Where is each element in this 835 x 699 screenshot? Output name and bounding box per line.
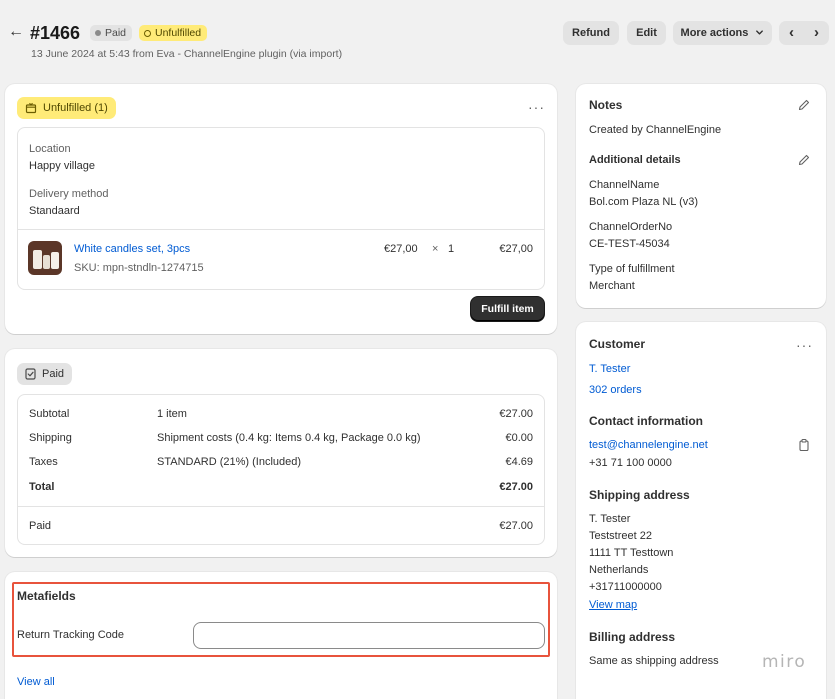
product-sku: SKU: mpn-stndln-1274715: [74, 262, 204, 274]
paid-status-label: Paid: [42, 368, 65, 380]
status-dot-icon: [95, 30, 101, 36]
taxes-amount: €4.69: [505, 456, 533, 468]
paid-badge: Paid: [90, 25, 133, 41]
total-amount: €27.00: [499, 481, 533, 493]
product-quantity: 1: [448, 243, 455, 255]
metafields-title: Metafields: [17, 589, 76, 603]
customer-title: Customer: [589, 337, 646, 351]
more-actions-button[interactable]: More actions: [673, 21, 772, 45]
detail-label: ChannelOrderNo: [589, 221, 673, 233]
unfulfilled-badge-label: Unfulfilled: [155, 27, 202, 39]
back-arrow-icon[interactable]: ←: [8, 22, 24, 42]
additional-details-title: Additional details: [589, 154, 681, 166]
taxes-label: Taxes: [29, 456, 58, 468]
view-map-link[interactable]: View map: [589, 599, 637, 611]
detail-value: Bol.com Plaza NL (v3): [589, 196, 699, 208]
unfulfilled-badge: Unfulfilled: [139, 25, 208, 41]
metafields-card: Metafields Return Tracking Code View all: [5, 572, 557, 699]
customer-card: Customer ··· T. Tester 302 orders Contac…: [576, 322, 826, 699]
paid-label: Paid: [29, 520, 52, 532]
fulfillment-details: Location Happy village Delivery method S…: [17, 127, 545, 290]
refund-button[interactable]: Refund: [563, 21, 619, 45]
copy-clipboard-icon[interactable]: [797, 438, 811, 452]
delivery-method-value: Standaard: [29, 205, 80, 217]
taxes-desc: STANDARD (21%) (Included): [157, 456, 302, 468]
edit-details-pencil-icon[interactable]: [797, 153, 811, 167]
chevron-down-icon: [756, 30, 764, 35]
shipping-address-line: T. Tester: [589, 513, 631, 525]
return-tracking-input[interactable]: [193, 622, 545, 649]
detail-value: CE-TEST-45034: [589, 238, 670, 250]
more-actions-label: More actions: [680, 27, 749, 39]
customer-email-link[interactable]: test@channelengine.net: [589, 439, 708, 451]
unfulfilled-status-label: Unfulfilled (1): [43, 102, 108, 114]
paid-badge-label: Paid: [105, 27, 127, 39]
customer-more-icon[interactable]: ···: [796, 338, 813, 352]
shipping-label: Shipping: [29, 432, 72, 444]
quantity-multiplier: ×: [432, 243, 439, 255]
shipping-address-line: 1111 TT Testtown: [589, 547, 674, 559]
product-name-link[interactable]: White candles set, 3pcs: [74, 243, 190, 255]
status-ring-icon: [144, 29, 151, 37]
billing-address-text: Same as shipping address: [589, 655, 719, 667]
shipping-address-line: Netherlands: [589, 564, 649, 576]
view-all-link[interactable]: View all: [17, 676, 55, 688]
detail-label: ChannelName: [589, 179, 660, 191]
product-unit-price: €27,00: [384, 243, 418, 255]
edit-button[interactable]: Edit: [627, 21, 666, 45]
notes-title: Notes: [589, 98, 623, 112]
shipping-amount: €0.00: [505, 432, 533, 444]
customer-phone: +31 71 100 0000: [589, 457, 672, 469]
delivery-method-label: Delivery method: [29, 188, 109, 200]
notes-card: Notes Created by ChannelEngine Additiona…: [576, 84, 826, 308]
next-order-button[interactable]: ›: [814, 21, 819, 45]
shipping-desc: Shipment costs (0.4 kg: Items 0.4 kg, Pa…: [157, 432, 421, 444]
paid-status-pill: Paid: [17, 363, 73, 385]
miro-watermark: miro: [762, 652, 807, 672]
return-tracking-label: Return Tracking Code: [17, 629, 124, 641]
package-icon: [25, 102, 37, 114]
fulfill-item-button[interactable]: Fulfill item: [471, 297, 544, 321]
shipping-address-title: Shipping address: [589, 488, 690, 502]
order-subtitle: 13 June 2024 at 5:43 from Eva - ChannelE…: [31, 48, 343, 60]
product-line-total: €27,00: [499, 243, 533, 255]
payment-summary: Subtotal 1 item €27.00 Shipping Shipment…: [17, 394, 545, 545]
contact-info-title: Contact information: [589, 414, 703, 428]
unfulfilled-status-pill: Unfulfilled (1): [17, 97, 116, 119]
divider: [18, 229, 544, 230]
order-navigation: ‹ ›: [779, 21, 829, 45]
location-value: Happy village: [29, 160, 96, 172]
notes-text: Created by ChannelEngine: [589, 124, 722, 136]
previous-order-button[interactable]: ‹: [789, 21, 794, 45]
shipping-address-line: +31711000000: [589, 581, 662, 593]
customer-orders-link[interactable]: 302 orders: [589, 384, 642, 396]
product-thumbnail[interactable]: [28, 241, 62, 275]
paid-amount: €27.00: [499, 520, 533, 532]
billing-address-title: Billing address: [589, 630, 676, 644]
divider: [18, 506, 544, 507]
fulfillment-more-icon[interactable]: ···: [528, 100, 545, 114]
shipping-address-line: Teststreet 22: [589, 530, 652, 542]
total-label: Total: [29, 481, 55, 493]
fulfillment-card: Unfulfilled (1) ··· Location Happy villa…: [5, 84, 557, 334]
order-title: #1466: [30, 23, 81, 43]
subtotal-desc: 1 item: [157, 408, 187, 420]
customer-name-link[interactable]: T. Tester: [589, 363, 630, 375]
order-header: ← #1466 Paid Unfulfilled 13 June 2024 at…: [0, 0, 835, 70]
subtotal-label: Subtotal: [29, 408, 70, 420]
edit-notes-pencil-icon[interactable]: [797, 98, 811, 112]
location-label: Location: [29, 143, 71, 155]
detail-value: Merchant: [589, 280, 635, 292]
payment-card: Paid Subtotal 1 item €27.00 Shipping Shi…: [5, 349, 557, 557]
receipt-icon: [25, 368, 36, 380]
subtotal-amount: €27.00: [499, 408, 533, 420]
detail-label: Type of fulfillment: [589, 263, 675, 275]
